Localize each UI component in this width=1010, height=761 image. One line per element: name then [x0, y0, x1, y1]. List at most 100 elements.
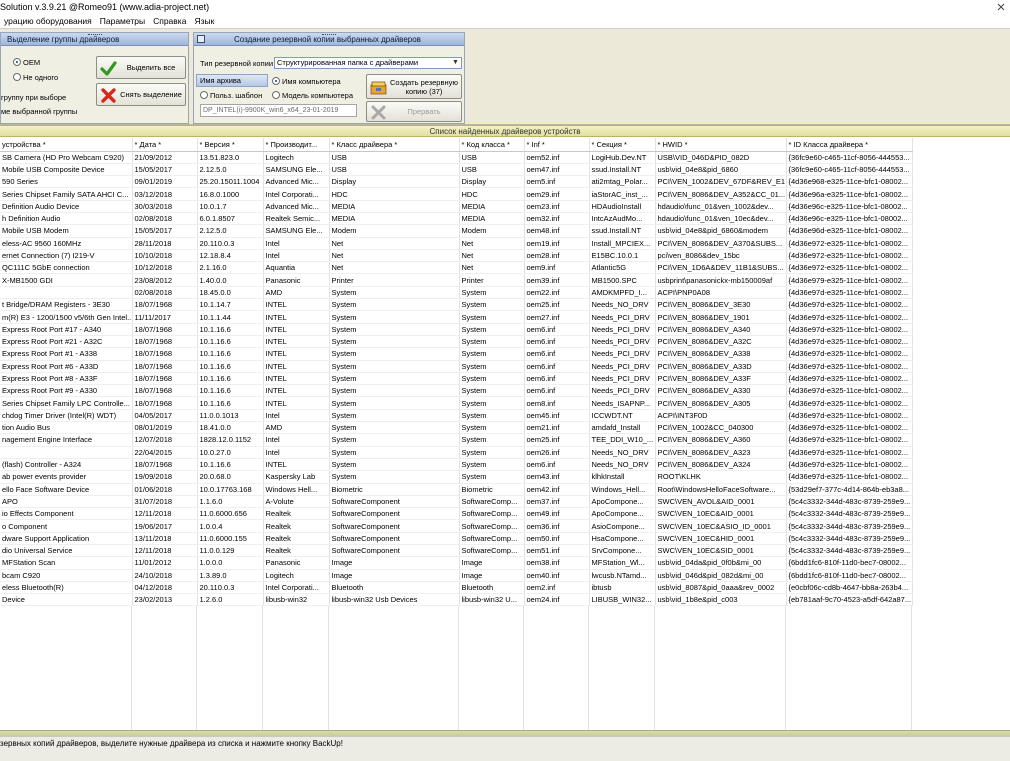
menu-parameters[interactable]: Параметры [96, 14, 149, 28]
table-row[interactable]: Device 23/02/2013 1.2.6.0 libusb-win32 libus… [0, 593, 913, 607]
table-row[interactable]: 22/04/2015 10.0.27.0 Intel System System oem2… [0, 446, 913, 459]
table-cell: oem28.inf [524, 249, 590, 263]
deselect-all-button[interactable]: Снять выделение [96, 83, 186, 106]
panel-grip[interactable] [87, 34, 102, 36]
column-divider [131, 606, 132, 730]
column-header[interactable]: * ID Класса драйвера * [786, 138, 913, 152]
table-row[interactable]: APO 31/07/2018 1.1.6.0 A-Volute SoftwareComp… [0, 495, 913, 509]
column-header[interactable]: * Код класса * [459, 138, 525, 152]
table-row[interactable]: QC111C 5GbE connection 10/12/2018 2.1.16.0… [0, 261, 913, 275]
table-cell: Modem [459, 224, 525, 238]
table-cell: PCI\VEN_8086&DEV_A305 [655, 396, 787, 410]
table-cell: 03/12/2018 [132, 187, 198, 201]
table-cell: {4d36e979-e325-11ce-bfc1-08002... [786, 273, 913, 287]
close-icon[interactable] [996, 0, 1006, 14]
table-cell: {5c4c3332-344d-483c-8739-259e9... [786, 495, 913, 509]
table-cell: 12/11/2018 [132, 507, 198, 521]
radio-dot-icon [272, 77, 280, 85]
table-row[interactable]: Express Root Port #6 - A33D 18/07/1968 10.… [0, 360, 913, 373]
menu-language[interactable]: Язык [190, 14, 218, 28]
table-row[interactable]: X-MB1500 GDI 23/08/2012 1.40.0.0 Panasonic P… [0, 273, 913, 287]
table-row[interactable]: 590 Series 09/01/2019 25.20.15011.1004 Adva… [0, 175, 913, 189]
table-row[interactable]: MFStation Scan 11/01/2012 1.0.0.0 Panasonic… [0, 556, 913, 570]
radio-none[interactable]: Не одного [13, 73, 58, 82]
column-header[interactable]: * Inf * [524, 138, 590, 152]
column-header[interactable]: * Версия * [197, 138, 264, 152]
table-cell: System [329, 286, 460, 300]
table-row[interactable]: h Definition Audio 02/08/2018 6.0.1.8507 Re… [0, 212, 913, 226]
table-row[interactable]: Express Root Port #9 - A330 18/07/1968 10.… [0, 384, 913, 398]
table-cell: ROOT\KLHK [655, 470, 787, 484]
table-row[interactable]: ernet Connection (7) I219-V 10/10/2018 12.… [0, 249, 913, 263]
table-cell: System [329, 310, 460, 324]
table-row[interactable]: bcam C920 24/10/2018 1.3.89.0 Logitech Image… [0, 569, 913, 582]
table-row[interactable]: eless-AC 9560 160MHz 28/11/2018 20.110.0.3… [0, 237, 913, 250]
table-row[interactable]: Express Root Port #21 - A32C 18/07/1968 10… [0, 335, 913, 349]
panel-grip[interactable] [322, 34, 336, 36]
table-cell: System [329, 433, 460, 447]
table-row[interactable]: Definition Audio Device 30/03/2018 10.0.1.… [0, 200, 913, 213]
table-row[interactable]: ab power events provider 19/09/2018 20.0.6… [0, 470, 913, 484]
column-header[interactable]: * Производит... [263, 138, 330, 152]
table-cell: ACPI\INT3F0D [655, 409, 787, 423]
table-cell: System [459, 310, 525, 324]
menu-help[interactable]: Справка [149, 14, 190, 28]
table-row[interactable]: Express Root Port #17 - A340 18/07/1968 10… [0, 323, 913, 336]
table-row[interactable]: SB Camera (HD Pro Webcam C920) 21/09/2012… [0, 151, 913, 164]
radio-oem[interactable]: OEM [13, 58, 40, 67]
table-row[interactable]: dio Universal Service 12/11/2018 11.0.0.12… [0, 544, 913, 558]
create-backup-button[interactable]: Создать резервную копию (37) [366, 74, 462, 99]
table-row[interactable]: Series Chipset Family SATA AHCI C... 03/1… [0, 187, 913, 201]
column-header[interactable]: * Дата * [132, 138, 198, 152]
table-row[interactable]: o Component 19/06/2017 1.0.0.4 Realtek Softw… [0, 519, 913, 533]
backup-type-select[interactable]: Структурированная папка с драйверами ▼ [274, 57, 462, 69]
abort-button[interactable]: Прервать [366, 101, 462, 122]
table-row[interactable]: Series Chipset Family LPC Controlle... 18… [0, 396, 913, 410]
table-row[interactable]: ello Face Software Device 01/06/2018 10.0.… [0, 483, 913, 496]
column-header[interactable]: * Секция * [589, 138, 656, 152]
table-cell: {4d36e972-e325-11ce-bfc1-08002... [786, 249, 913, 263]
table-cell: System [329, 372, 460, 386]
pin-icon[interactable] [197, 35, 205, 43]
driver-list-grid[interactable]: устройства * * Дата * * Версия * * Производ… [0, 138, 1010, 730]
select-all-button[interactable]: Выделить все [96, 56, 186, 79]
table-cell: {4d36e97d-e325-11ce-bfc1-08002... [786, 470, 913, 484]
column-header[interactable]: * HWID * [655, 138, 787, 152]
table-cell: USB [459, 151, 525, 164]
radio-computer-name[interactable]: Имя компьютера [272, 77, 341, 86]
table-cell: libusb-win32 U... [459, 593, 525, 607]
table-row[interactable]: (flash) Controller - A324 18/07/1968 10.1.… [0, 458, 913, 472]
table-cell: AMD [263, 421, 330, 435]
table-row[interactable]: tion Audio Bus 08/01/2019 18.41.0.0 AMD Syst… [0, 421, 913, 435]
table-row[interactable]: dware Support Application 13/11/2018 11.0.… [0, 532, 913, 546]
table-cell: 10/10/2018 [132, 249, 198, 263]
archive-name-input[interactable]: DP_INTEL(i)-9900K_win6_x64_23-01-2019 [200, 104, 357, 117]
radio-user-template-label: Польз. шаблон [210, 91, 263, 100]
table-row[interactable]: t Bridge/DRAM Registers - 3E30 18/07/1968… [0, 298, 913, 312]
table-row[interactable]: m(R) E3 - 1200/1500 v5/6th Gen Intel... 1… [0, 310, 913, 324]
table-cell: usb\vid_04da&pid_0f0b&mi_00 [655, 556, 787, 570]
table-cell: MB1500.SPC [589, 273, 656, 287]
column-header[interactable]: * Класс драйвера * [329, 138, 460, 152]
table-cell: Display [459, 175, 525, 189]
table-row[interactable]: chdog Timer Driver (Intel(R) WDT) 04/05/2… [0, 409, 913, 423]
table-row[interactable]: 02/08/2018 18.45.0.0 AMD System System oem22.… [0, 286, 913, 300]
column-header[interactable]: устройства * [0, 138, 133, 152]
table-row[interactable]: Express Root Port #1 - A338 18/07/1968 10.… [0, 347, 913, 361]
table-row[interactable]: io Effects Component 12/11/2018 11.0.6000.… [0, 507, 913, 521]
table-row[interactable]: eless Bluetooth(R) 04/12/2018 20.110.0.3 In… [0, 581, 913, 595]
table-cell: INTEL [263, 310, 330, 324]
table-row[interactable]: nagement Engine Interface 12/07/2018 1828.… [0, 433, 913, 447]
table-cell: hdaudio\func_01&ven_1002&dev... [655, 200, 787, 213]
menu-hardware-config[interactable]: урацию оборудования [0, 14, 96, 28]
table-cell: oem42.inf [524, 483, 590, 496]
table-cell: HsaCompone... [589, 532, 656, 546]
radio-user-template[interactable]: Польз. шаблон [200, 91, 262, 100]
table-row[interactable]: Express Root Port #8 - A33F 18/07/1968 10.… [0, 372, 913, 386]
radio-computer-model[interactable]: Модель компьютера [272, 91, 353, 100]
table-row[interactable]: Mobile USB Modem 15/05/2017 2.12.5.0 SAMSUN… [0, 224, 913, 238]
table-cell: 10.1.16.6 [197, 372, 264, 386]
table-row[interactable]: Mobile USB Composite Device 15/05/2017 2.1… [0, 163, 913, 177]
table-cell: 18/07/1968 [132, 347, 198, 361]
table-cell: oem2.inf [524, 581, 590, 595]
